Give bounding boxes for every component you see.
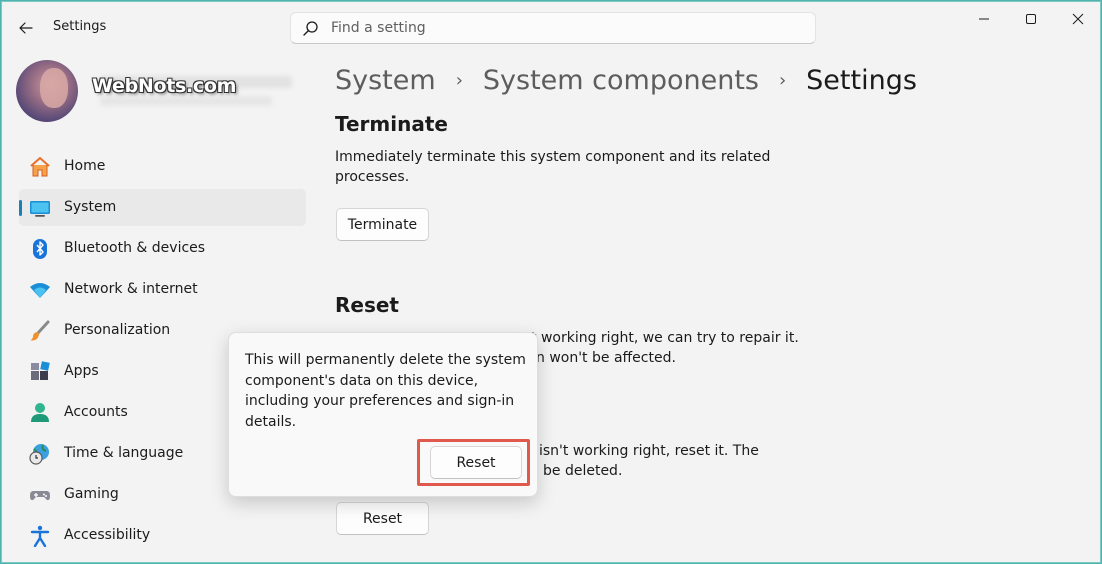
back-arrow-icon (19, 22, 33, 34)
sidebar-item-system[interactable]: System (19, 189, 306, 226)
sidebar-item-label: Accounts (64, 404, 128, 420)
search-input[interactable] (331, 17, 801, 39)
sidebar-item-bluetooth[interactable]: Bluetooth & devices (19, 230, 306, 267)
reset-description-line1: isn't working right, reset it. The (539, 443, 759, 459)
search-box[interactable] (290, 12, 816, 44)
reset-heading: Reset (335, 293, 399, 317)
back-button[interactable] (14, 16, 38, 40)
reset-button[interactable]: Reset (336, 502, 429, 535)
sidebar-item-label: Home (64, 158, 106, 174)
app-title: Settings (53, 19, 107, 34)
breadcrumb-separator-icon: › (778, 69, 787, 91)
sidebar-item-label: System (64, 199, 117, 215)
sidebar-item-home[interactable]: Home (19, 148, 306, 185)
reset-confirmation-flyout: This will permanently delete the system … (228, 332, 538, 497)
watermark: WebNots.com (92, 75, 237, 97)
page-title: Settings (806, 64, 917, 96)
gamepad-icon (30, 491, 50, 501)
sidebar-item-accessibility[interactable]: Accessibility (19, 517, 306, 554)
breadcrumb: System › System components › Settings (335, 60, 917, 100)
wifi-icon (30, 283, 50, 298)
repair-description-line2: n won't be affected. (536, 350, 676, 366)
repair-description-line1: t working right, we can try to repair it… (531, 330, 799, 346)
accessibility-icon (30, 525, 50, 547)
settings-window: Settings WebNots.com Home (1, 1, 1101, 563)
brush-icon (30, 320, 50, 341)
sidebar-item-label: Network & internet (64, 281, 198, 297)
terminate-heading: Terminate (335, 112, 448, 136)
sidebar-item-network[interactable]: Network & internet (19, 271, 306, 308)
minimize-icon (979, 18, 989, 20)
maximize-button[interactable] (1008, 8, 1054, 30)
profile-email (100, 96, 272, 106)
breadcrumb-system[interactable]: System (335, 65, 436, 96)
sidebar-item-label: Time & language (64, 445, 184, 461)
flyout-message: This will permanently delete the system … (245, 352, 526, 430)
breadcrumb-system-components[interactable]: System components (483, 65, 759, 96)
minimize-button[interactable] (961, 8, 1007, 30)
bluetooth-icon (33, 239, 47, 259)
sidebar-item-label: Bluetooth & devices (64, 240, 206, 256)
reset-description-line2: be deleted. (543, 463, 623, 479)
sidebar-item-label: Accessibility (64, 527, 151, 543)
title-bar: Settings (2, 2, 1100, 52)
breadcrumb-separator-icon: › (455, 69, 463, 91)
search-icon (303, 21, 318, 36)
home-icon (30, 157, 50, 177)
terminate-button[interactable]: Terminate (336, 208, 429, 241)
sidebar-item-label: Personalization (64, 322, 171, 338)
terminate-description-line2: processes. (335, 169, 410, 185)
close-icon (1072, 13, 1084, 25)
sidebar-item-label: Gaming (64, 486, 119, 502)
confirm-reset-button[interactable]: Reset (430, 446, 522, 479)
apps-icon (31, 361, 50, 380)
account-icon (31, 403, 49, 422)
sidebar-item-label: Apps (64, 363, 99, 379)
terminate-description-line1: Immediately terminate this system compon… (335, 149, 771, 165)
maximize-icon (1026, 14, 1036, 24)
system-icon (30, 201, 50, 217)
close-button[interactable] (1055, 8, 1100, 30)
globe-clock-icon (29, 444, 49, 465)
avatar[interactable] (16, 60, 78, 122)
